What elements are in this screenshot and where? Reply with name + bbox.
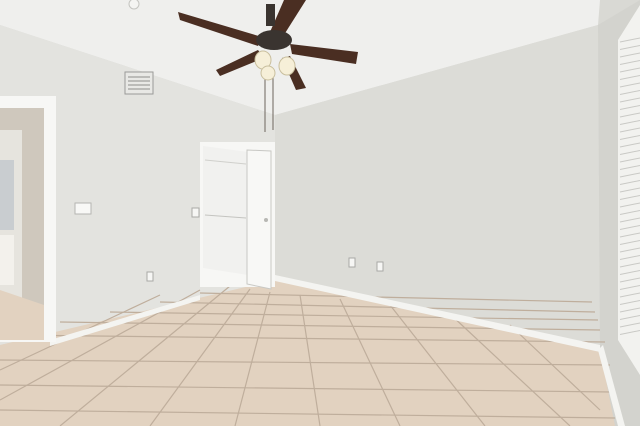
air-vent <box>124 71 154 95</box>
bathroom-mirror <box>0 160 14 230</box>
wall-outlet-back-2 <box>376 261 384 272</box>
fan-light-3 <box>260 65 276 81</box>
light-switch <box>74 202 92 215</box>
smoke-detector <box>128 0 140 10</box>
bathroom-cabinet <box>0 235 14 285</box>
fan-light-2 <box>278 56 296 76</box>
wall-outlet-back-1 <box>348 257 356 268</box>
fan-motor <box>256 30 292 50</box>
wall-outlet-left <box>146 271 154 282</box>
walk-in-closet <box>203 146 248 275</box>
fan-downrod <box>266 4 275 26</box>
closet-door-knob <box>264 218 268 222</box>
closet-switch <box>191 207 200 218</box>
room-scene <box>0 0 640 426</box>
